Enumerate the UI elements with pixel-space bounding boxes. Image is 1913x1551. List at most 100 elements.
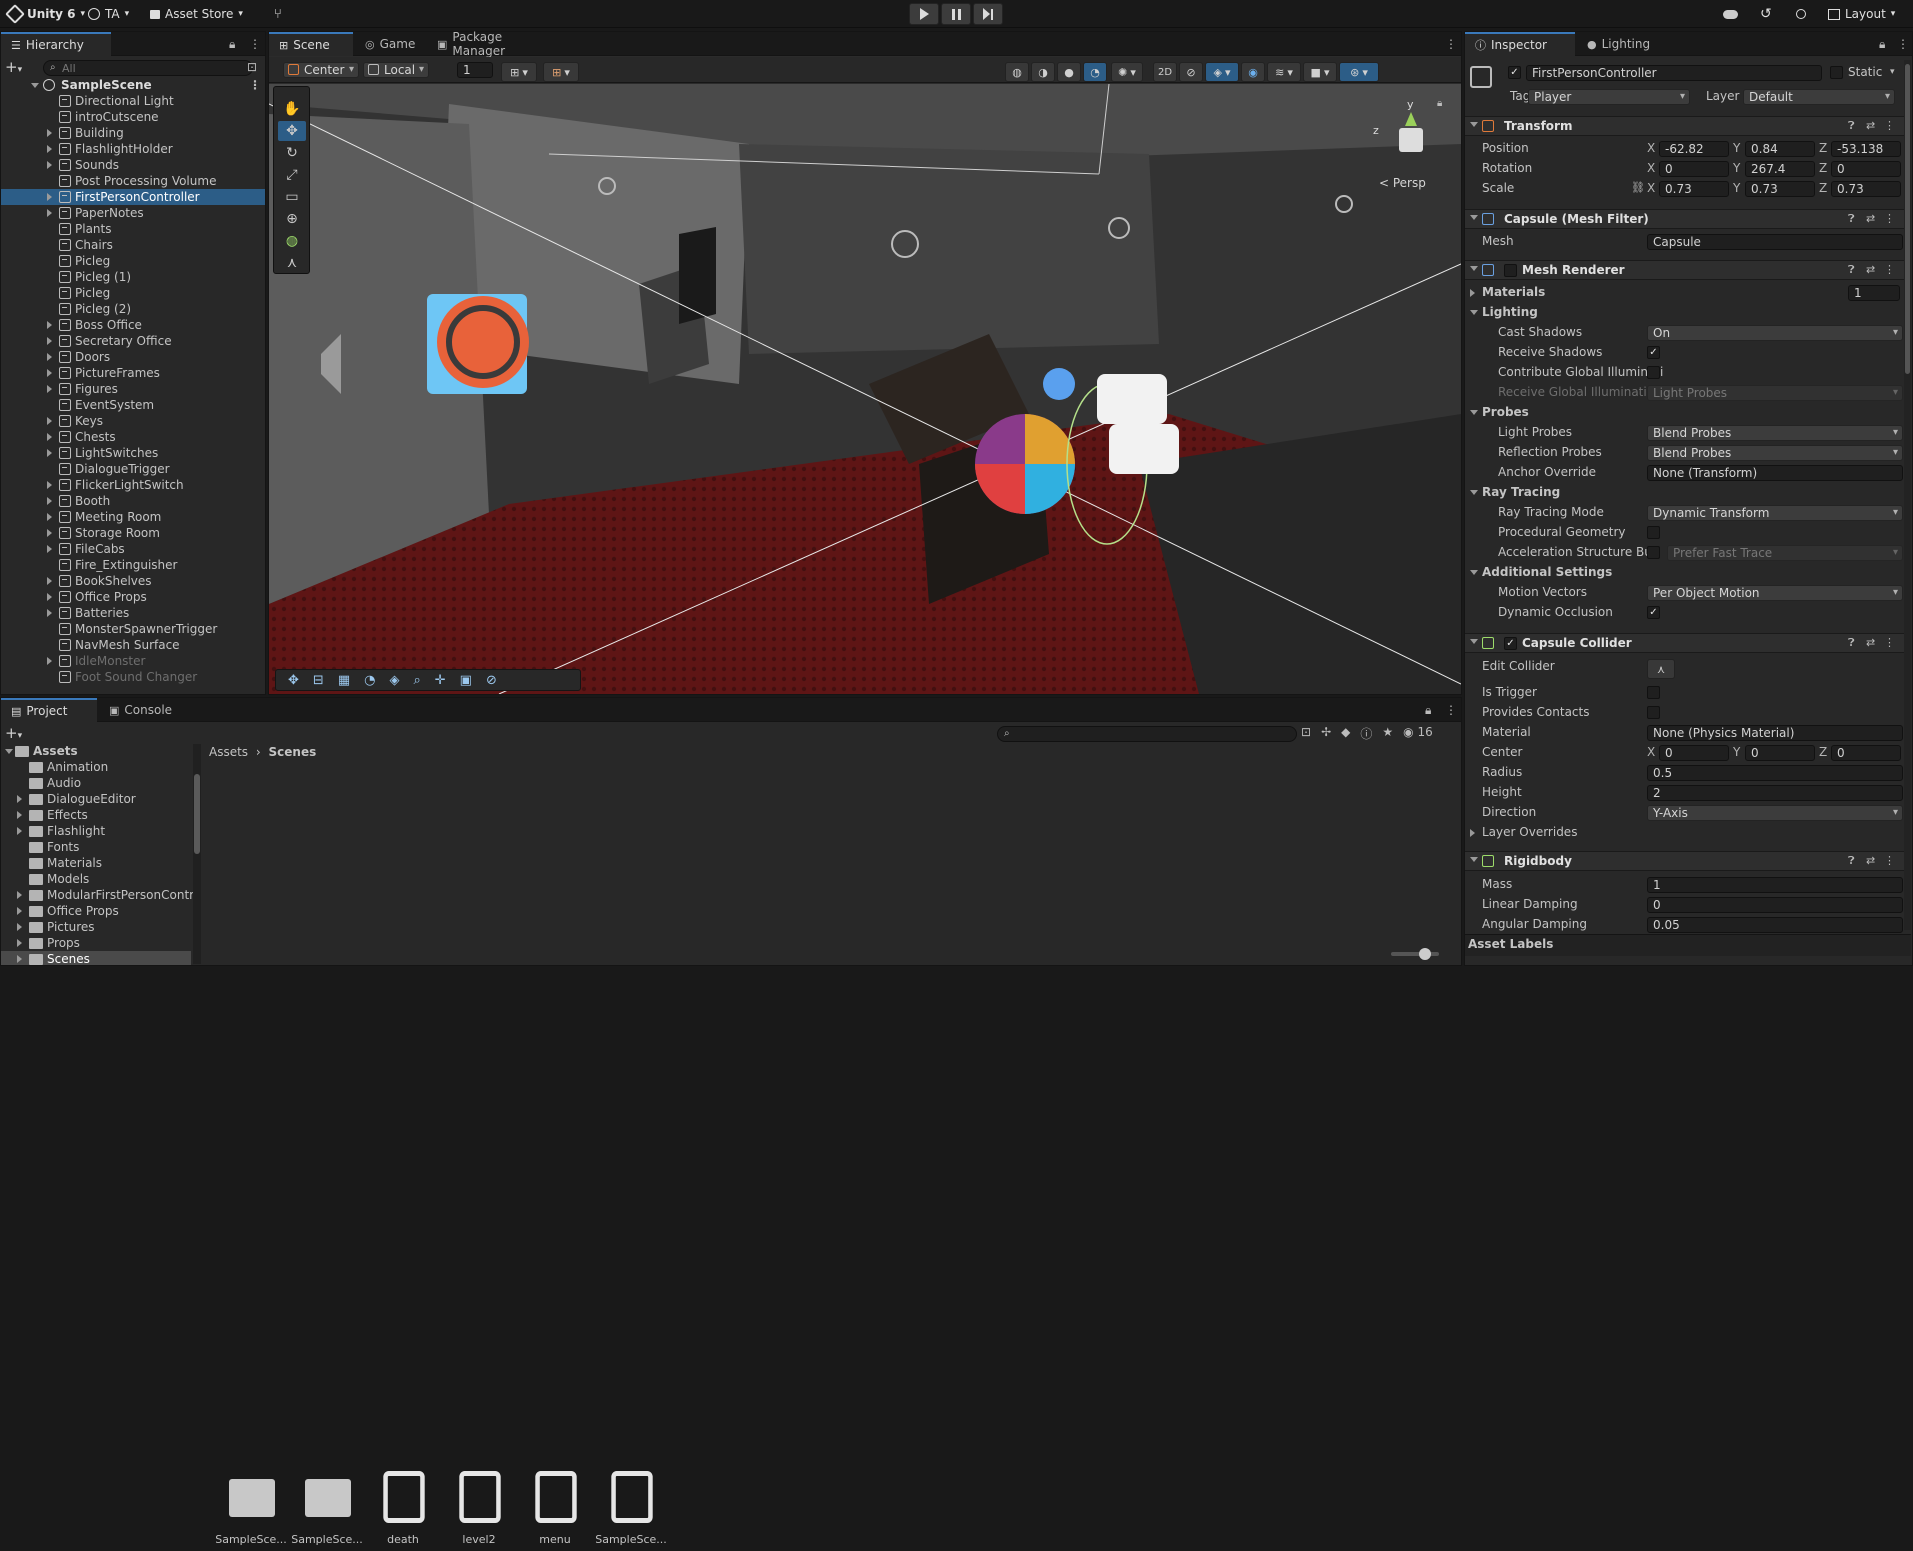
grid-snap-button[interactable]: ⊞ ▾ — [501, 62, 537, 82]
hierarchy-search[interactable]: ⌕ — [43, 60, 253, 76]
foldout-icon[interactable] — [1470, 857, 1478, 866]
cloud-icon[interactable] — [1723, 0, 1738, 28]
hierarchy-item[interactable]: IdleMonster — [1, 653, 265, 669]
pivot-icon[interactable]: ✛ — [435, 673, 446, 688]
breadcrumb-assets[interactable]: Assets — [209, 745, 248, 759]
search-icon[interactable] — [1796, 0, 1806, 28]
filter-label-icon[interactable]: ✢ — [1321, 725, 1331, 742]
search-icon[interactable]: ⌕ — [413, 673, 420, 688]
hierarchy-item[interactable]: Figures — [1, 381, 265, 397]
scene-root[interactable]: SampleScene ⋮ — [1, 77, 265, 93]
step-button[interactable] — [973, 3, 1003, 25]
tab-inspector[interactable]: ⓘ Inspector — [1465, 32, 1575, 56]
more-icon[interactable]: ⋮ — [1884, 854, 1895, 867]
help-icon[interactable]: ❓︎ — [1848, 212, 1855, 226]
effects-button[interactable]: ◈ ▾ — [1205, 62, 1239, 82]
rotation-y-field[interactable]: 267.4 — [1745, 161, 1815, 177]
layer-dropdown[interactable]: Default — [1743, 89, 1895, 105]
height-field[interactable]: 2 — [1647, 785, 1903, 801]
folder-item[interactable]: Office Props — [1, 903, 191, 919]
asset-store-dropdown[interactable]: Asset Store ▾ — [150, 0, 243, 28]
tab-project[interactable]: ▤ Project — [1, 698, 97, 722]
foldout-icon[interactable] — [17, 811, 22, 819]
unity-menu[interactable]: Unity 6 ▾ — [5, 0, 85, 28]
hierarchy-item[interactable]: Chests — [1, 429, 265, 445]
folder-item[interactable]: Materials — [1, 855, 191, 871]
account-dropdown[interactable]: TA ▾ — [88, 0, 129, 28]
more-icon[interactable]: ⋮ — [1884, 636, 1895, 649]
foldout-icon[interactable] — [1470, 490, 1478, 499]
scene-search-icon[interactable]: ⊡ — [247, 60, 257, 74]
hierarchy-item[interactable]: Boss Office — [1, 317, 265, 333]
foldout-icon[interactable] — [47, 193, 52, 201]
foldout-icon[interactable] — [47, 385, 52, 393]
accel-structure-dropdown[interactable]: Prefer Fast Trace — [1667, 545, 1903, 561]
move-tool-icon[interactable]: ✥ — [278, 121, 306, 141]
foldout-icon[interactable] — [17, 955, 22, 963]
mesh-renderer-enabled-checkbox[interactable] — [1504, 264, 1517, 277]
tab-game[interactable]: ◎ Game — [355, 32, 425, 56]
lit-icon[interactable]: ◔ — [364, 673, 375, 688]
version-control-icon[interactable]: ⑂ — [274, 0, 282, 28]
hierarchy-item[interactable]: Picleg (2) — [1, 301, 265, 317]
hierarchy-item[interactable]: Plants — [1, 221, 265, 237]
foldout-icon[interactable] — [17, 827, 22, 835]
folder-item[interactable]: Models — [1, 871, 191, 887]
foldout-icon[interactable] — [1470, 310, 1478, 319]
foldout-icon[interactable] — [47, 321, 52, 329]
rotation-x-field[interactable]: 0 — [1659, 161, 1729, 177]
folder-root[interactable]: Assets — [1, 743, 201, 759]
object-name-field[interactable]: FirstPersonController — [1526, 65, 1822, 81]
asset-item[interactable]: death — [367, 1471, 439, 1551]
foldout-icon[interactable] — [47, 145, 52, 153]
static-checkbox[interactable] — [1830, 66, 1843, 79]
help-icon[interactable]: ❓︎ — [1848, 636, 1855, 650]
hierarchy-item[interactable]: FileCabs — [1, 541, 265, 557]
hierarchy-item[interactable]: Picleg (1) — [1, 269, 265, 285]
lock-icon[interactable]: 🔒︎ — [1879, 37, 1885, 51]
tab-package-manager[interactable]: ▣ Package Manager — [427, 30, 567, 58]
reflection-probes-dropdown[interactable]: Blend Probes — [1647, 445, 1903, 461]
star-icon[interactable]: ★ — [1382, 725, 1393, 742]
grid-visibility-button[interactable]: ⊞ ▾ — [543, 62, 579, 82]
history-icon[interactable]: ↺ — [1760, 0, 1772, 28]
rect-tool-icon[interactable]: ▭ — [278, 187, 306, 207]
info-icon[interactable]: ⓘ — [1360, 725, 1372, 742]
hierarchy-item[interactable]: FirstPersonController — [1, 189, 265, 205]
foldout-icon[interactable] — [47, 209, 52, 217]
foldout-icon[interactable] — [47, 577, 52, 585]
scene-viewport[interactable]: ✋ ✥ ↻ ⤢ ▭ ⊕ ◍ ⋏ y z 🔒︎ < Persp ✥ ⊟ ▦ ◔ ◈ ⌕ ✛ ▣ ⊘ — [269, 84, 1461, 694]
foldout-icon[interactable] — [47, 593, 52, 601]
foldout-icon[interactable] — [47, 481, 52, 489]
hierarchy-item[interactable]: Keys — [1, 413, 265, 429]
folder-item[interactable]: DialogueEditor — [1, 791, 191, 807]
foldout-icon[interactable] — [47, 161, 52, 169]
foldout-icon[interactable] — [17, 795, 22, 803]
foldout-icon[interactable] — [47, 337, 52, 345]
zoom-slider[interactable] — [1391, 948, 1439, 960]
add-button[interactable]: +▾ — [5, 58, 27, 76]
collider-tool-icon[interactable]: ◍ — [278, 231, 306, 251]
hierarchy-item[interactable]: introCutscene — [1, 109, 265, 125]
hierarchy-item[interactable]: Office Props — [1, 589, 265, 605]
receive-gi-dropdown[interactable]: Light Probes — [1647, 385, 1903, 401]
edit-collider-button[interactable]: ⋏ — [1647, 659, 1675, 679]
center-z-field[interactable]: 0 — [1831, 745, 1901, 761]
2d-toggle-button[interactable]: 2D — [1153, 62, 1177, 82]
procedural-geometry-checkbox[interactable] — [1647, 526, 1660, 539]
orientation-gizmo[interactable]: y z 🔒︎ — [1371, 98, 1442, 178]
hierarchy-item[interactable]: Batteries — [1, 605, 265, 621]
foldout-icon[interactable] — [47, 433, 52, 441]
foldout-icon[interactable] — [1470, 289, 1475, 297]
foldout-icon[interactable] — [47, 657, 52, 665]
lock-icon[interactable]: 🔒︎ — [1425, 703, 1431, 717]
hierarchy-item[interactable]: Booth — [1, 493, 265, 509]
asset-item[interactable]: menu — [519, 1471, 591, 1551]
rotation-z-field[interactable]: 0 — [1831, 161, 1901, 177]
foldout-icon[interactable] — [47, 513, 52, 521]
foldout-icon[interactable] — [1470, 266, 1478, 275]
tag-icon[interactable]: ◆ — [1341, 725, 1350, 742]
move-icon[interactable]: ✥ — [288, 673, 299, 688]
space-dropdown[interactable]: Local — [363, 62, 429, 78]
direction-dropdown[interactable]: Y-Axis — [1647, 805, 1903, 821]
